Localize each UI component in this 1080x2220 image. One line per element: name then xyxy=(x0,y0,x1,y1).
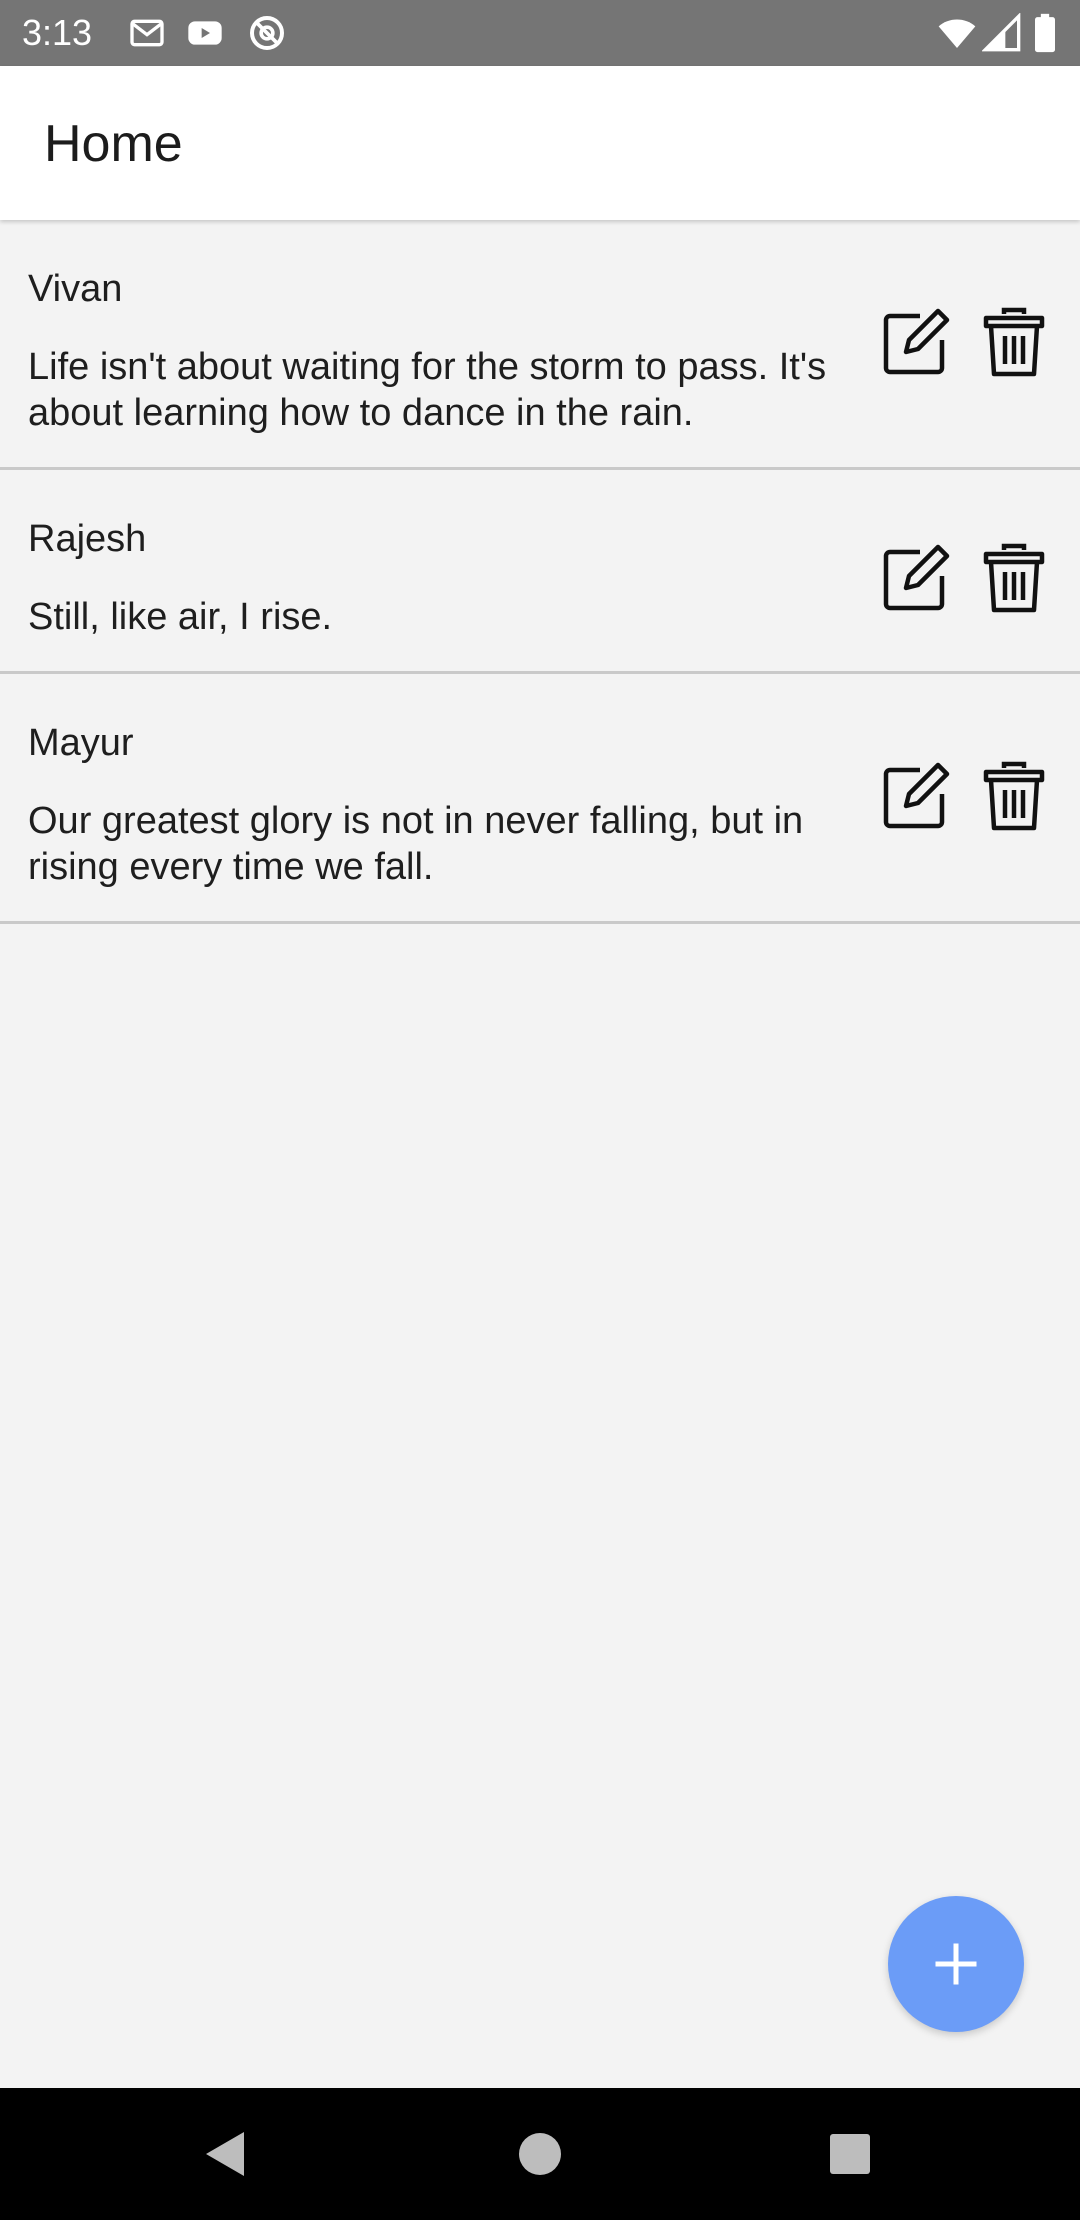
home-icon xyxy=(519,2133,561,2175)
list-item[interactable]: Rajesh Still, like air, I rise. xyxy=(0,470,1080,674)
wifi-icon xyxy=(934,13,980,53)
item-actions xyxy=(880,760,1050,832)
cell-signal-icon xyxy=(982,13,1022,53)
status-bar: 3:13 xyxy=(0,0,1080,66)
home-screen: 3:13 Home Vivan Life isn't about waiting… xyxy=(0,0,1080,2220)
edit-icon xyxy=(883,544,950,611)
youtube-icon xyxy=(184,13,226,53)
note-author: Vivan xyxy=(28,268,123,310)
edit-button[interactable] xyxy=(880,760,952,832)
at-sign-icon xyxy=(246,13,288,53)
battery-icon xyxy=(1030,13,1060,53)
edit-icon xyxy=(883,762,950,829)
notes-list: Vivan Life isn't about waiting for the s… xyxy=(0,220,1080,924)
delete-button[interactable] xyxy=(978,306,1050,378)
note-author: Rajesh xyxy=(28,518,147,560)
back-icon xyxy=(206,2132,244,2176)
delete-button[interactable] xyxy=(978,760,1050,832)
item-actions xyxy=(880,306,1050,378)
note-quote: Life isn't about waiting for the storm t… xyxy=(28,346,827,434)
edit-button[interactable] xyxy=(880,306,952,378)
trash-icon xyxy=(983,543,1045,613)
recents-icon xyxy=(830,2134,870,2174)
edit-button[interactable] xyxy=(880,542,952,614)
nav-recents-button[interactable] xyxy=(824,2128,876,2180)
note-quote: Still, like air, I rise. xyxy=(28,596,333,638)
trash-icon xyxy=(983,761,1045,831)
system-nav-bar xyxy=(0,2088,1080,2220)
status-time: 3:13 xyxy=(22,12,93,53)
edit-icon xyxy=(883,308,950,375)
note-author: Mayur xyxy=(28,722,134,764)
page-title: Home xyxy=(44,115,183,173)
trash-icon xyxy=(983,307,1045,377)
nav-home-button[interactable] xyxy=(514,2128,566,2180)
gmail-icon xyxy=(126,13,168,53)
plus-icon xyxy=(935,1943,977,1985)
list-item[interactable]: Vivan Life isn't about waiting for the s… xyxy=(0,220,1080,470)
nav-back-button[interactable] xyxy=(200,2128,252,2180)
delete-button[interactable] xyxy=(978,542,1050,614)
app-bar: Home xyxy=(0,66,1080,220)
item-actions xyxy=(880,542,1050,614)
note-quote: Our greatest glory is not in never falli… xyxy=(28,800,804,888)
list-item[interactable]: Mayur Our greatest glory is not in never… xyxy=(0,674,1080,924)
add-note-button[interactable] xyxy=(888,1896,1024,2032)
